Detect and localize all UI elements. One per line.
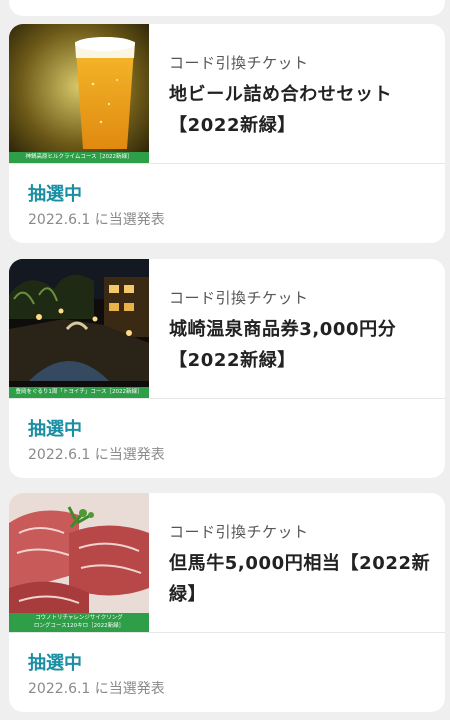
ticket-info: コード引換チケット 城崎温泉商品券3,000円分【2022新緑】 <box>169 287 433 376</box>
lottery-status: 抽選中 <box>28 419 82 440</box>
ticket-type-label: コード引換チケット <box>169 523 309 541</box>
announcement-date: 2022.6.1 に当選発表 <box>28 447 165 463</box>
ticket-thumbnail-beer: 神鍋高原ヒルクライムコース［2022新緑］ <box>9 24 149 163</box>
ticket-card-header[interactable]: 神鍋高原ヒルクライムコース［2022新緑］ コード引換チケット 地ビール詰め合わ… <box>9 24 445 163</box>
ticket-title[interactable]: 但馬牛5,000円相当【2022新緑】 <box>169 548 433 610</box>
ticket-thumbnail-beef: コウノトリチャレンジサイクリング ロングコース120キロ［2022新緑］ <box>9 493 149 632</box>
onsen-town-image <box>9 259 149 398</box>
ticket-type-label: コード引換チケット <box>169 54 309 72</box>
ticket-title[interactable]: 城崎温泉商品券3,000円分【2022新緑】 <box>169 314 433 376</box>
ticket-info: コード引換チケット 地ビール詰め合わせセット【2022新緑】 <box>169 52 433 141</box>
card-divider <box>9 632 445 633</box>
thumbnail-caption: 神鍋高原ヒルクライムコース［2022新緑］ <box>9 151 149 163</box>
previous-card-bottom <box>9 0 445 16</box>
thumbnail-caption: コウノトリチャレンジサイクリング ロングコース120キロ［2022新緑］ <box>9 613 149 632</box>
card-divider <box>9 163 445 164</box>
ticket-info: コード引換チケット 但馬牛5,000円相当【2022新緑】 <box>169 521 433 610</box>
ticket-card-header[interactable]: コウノトリチャレンジサイクリング ロングコース120キロ［2022新緑］ コード… <box>9 493 445 632</box>
lottery-status: 抽選中 <box>28 184 82 205</box>
ticket-title[interactable]: 地ビール詰め合わせセット【2022新緑】 <box>169 79 433 141</box>
ticket-thumbnail-onsen: 豊岡をぐるり1周「トヨイチ」コース［2022新緑］ <box>9 259 149 398</box>
ticket-card[interactable]: コウノトリチャレンジサイクリング ロングコース120キロ［2022新緑］ コード… <box>9 493 445 712</box>
thumbnail-caption: 豊岡をぐるり1周「トヨイチ」コース［2022新緑］ <box>9 386 149 398</box>
announcement-date: 2022.6.1 に当選発表 <box>28 212 165 228</box>
ticket-type-label: コード引換チケット <box>169 289 309 307</box>
announcement-date: 2022.6.1 に当選発表 <box>28 681 165 697</box>
beer-image <box>9 24 149 163</box>
card-divider <box>9 398 445 399</box>
ticket-card[interactable]: 神鍋高原ヒルクライムコース［2022新緑］ コード引換チケット 地ビール詰め合わ… <box>9 24 445 243</box>
lottery-status: 抽選中 <box>28 653 82 674</box>
beef-image <box>9 493 149 632</box>
ticket-card[interactable]: 豊岡をぐるり1周「トヨイチ」コース［2022新緑］ コード引換チケット 城崎温泉… <box>9 259 445 478</box>
ticket-card-header[interactable]: 豊岡をぐるり1周「トヨイチ」コース［2022新緑］ コード引換チケット 城崎温泉… <box>9 259 445 398</box>
